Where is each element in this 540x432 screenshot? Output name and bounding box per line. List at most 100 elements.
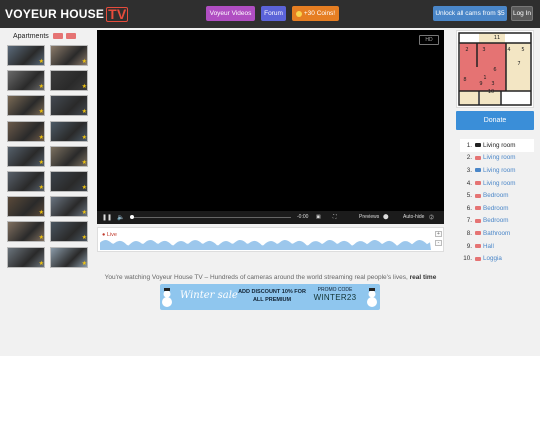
apartment-thumbnail[interactable]: ★ [7, 120, 45, 142]
map-room-label[interactable]: 2 [465, 47, 468, 53]
map-room-label[interactable]: 10 [488, 89, 494, 95]
previews-toggle[interactable]: ⬤ [383, 214, 389, 220]
camera-icon [475, 193, 481, 198]
camera-icon [475, 168, 481, 173]
star-icon: ★ [38, 235, 44, 242]
room-item[interactable]: 6. Bedroom [460, 202, 534, 215]
apartments-header: Apartments [6, 31, 90, 41]
room-number: 3. [466, 166, 472, 174]
apartment-thumbnail[interactable]: ★ [7, 95, 45, 117]
room-label: Living room [483, 179, 516, 187]
map-room-label[interactable]: 8 [463, 77, 466, 83]
pause-icon[interactable]: ❚❚ [102, 214, 112, 221]
grid-view-toggle[interactable] [52, 33, 63, 39]
room-number: 1. [466, 141, 472, 149]
camera-icon [475, 244, 481, 249]
room-label: Loggia [483, 255, 502, 263]
map-room-label[interactable]: 7 [517, 61, 520, 67]
volume-icon[interactable]: 🔈 [117, 214, 124, 221]
apartment-thumbnail[interactable]: ★ [50, 45, 88, 66]
star-icon: ★ [38, 134, 44, 141]
apartment-thumbnail[interactable]: ★ [50, 196, 88, 218]
tagline: You're watching Voyeur House TV – Hundre… [104, 274, 437, 281]
zoom-in-button[interactable]: + [435, 231, 442, 237]
apartment-thumbnail[interactable]: ★ [7, 196, 45, 218]
room-label: Living room [483, 141, 516, 149]
unlock-cams-button[interactable]: Unlock all cams from $5 [433, 6, 507, 21]
map-room-label[interactable]: 1 [483, 75, 486, 81]
site-logo[interactable]: VOYEUR HOUSE TV [5, 5, 129, 23]
star-icon: ★ [38, 210, 44, 217]
seek-handle[interactable] [130, 215, 134, 219]
apartment-thumbnail[interactable]: ★ [50, 171, 88, 192]
apartment-thumbnail[interactable]: ★ [7, 171, 45, 192]
list-view-toggle[interactable] [65, 33, 76, 39]
seek-bar[interactable] [131, 217, 291, 218]
winter-sale-banner[interactable]: Winter sale ADD DISCOUNT 10% FOR ALL PRE… [160, 284, 380, 310]
video-player[interactable]: HD ❚❚ 🔈 -0:00 ▣ ⛶ Previews ⬤ Auto-hide ⓶ [97, 30, 444, 224]
map-room-label[interactable]: 3 [482, 47, 485, 53]
room-number: 9. [466, 242, 472, 250]
map-room-label[interactable]: 9 [479, 81, 482, 87]
zoom-out-button[interactable]: - [435, 240, 442, 246]
room-item[interactable]: 2. Living room [460, 152, 534, 165]
snowman-icon [162, 288, 172, 307]
autohide-icon[interactable]: ⓶ [429, 214, 434, 221]
map-room-label[interactable]: 6 [493, 67, 496, 73]
login-button[interactable]: Log In [511, 6, 533, 21]
room-item[interactable]: 7. Bedroom [460, 215, 534, 228]
map-room-label[interactable]: 3 [491, 81, 494, 87]
camera-icon [475, 155, 481, 160]
camera-icon [475, 231, 481, 236]
camera-icon [475, 218, 481, 223]
fullscreen-icon[interactable]: ⛶ [333, 214, 337, 220]
previews-label: Previews [359, 214, 380, 220]
room-item[interactable]: 1. Living room [460, 139, 534, 152]
voyeur-videos-button[interactable]: Voyeur Videos [206, 6, 255, 21]
map-room-label[interactable]: 4 [507, 47, 510, 53]
room-label: Bedroom [483, 192, 509, 200]
apartment-thumbnail[interactable]: ★ [50, 95, 88, 117]
hd-badge[interactable]: HD [419, 35, 439, 45]
floor-plan[interactable]: 11 2 3 4 5 6 7 8 9 10 1 3 [456, 30, 534, 108]
captions-icon[interactable]: ▣ [316, 214, 321, 220]
forum-button[interactable]: Forum [261, 6, 286, 21]
floor-plan-map: 112 3 4 567891013 [457, 31, 533, 107]
coins-button[interactable]: +30 Coins! [292, 6, 339, 21]
apartment-thumbnail[interactable]: ★ [7, 70, 45, 92]
room-item[interactable]: 4. Living room [460, 177, 534, 190]
apartment-thumbnail[interactable]: ★ [50, 120, 88, 142]
map-room-label[interactable]: 11 [494, 35, 500, 41]
room-item[interactable]: 8. Bathroom [460, 227, 534, 240]
room-label: Bedroom [483, 217, 509, 225]
star-icon: ★ [38, 260, 44, 267]
room-label: Living room [483, 166, 516, 174]
star-icon: ★ [81, 59, 87, 65]
star-icon: ★ [81, 159, 87, 166]
apartment-thumbnail[interactable]: ★ [50, 246, 88, 268]
donate-button[interactable]: Donate [456, 111, 534, 130]
room-label: Bedroom [483, 204, 509, 212]
apartment-thumbnail[interactable]: ★ [50, 70, 88, 92]
activity-waveform [100, 240, 431, 250]
apartment-thumbnail[interactable]: ★ [50, 221, 88, 243]
waveform-area [100, 240, 431, 250]
room-item[interactable]: 3. Living room [460, 164, 534, 177]
room-item[interactable]: 5. Bedroom [460, 189, 534, 202]
apartment-thumbnail[interactable]: ★ [7, 145, 45, 167]
apartment-thumbnail[interactable]: ★ [7, 221, 45, 243]
star-icon: ★ [81, 235, 87, 242]
top-bar: VOYEUR HOUSE TV Voyeur Videos Forum +30 … [0, 0, 540, 28]
apartment-thumbnail[interactable]: ★ [50, 145, 88, 167]
winter-sale-text: Winter sale [180, 290, 238, 301]
apartment-thumbnail[interactable]: ★ [7, 246, 45, 268]
room-item[interactable]: 9. Hall [460, 240, 534, 253]
star-icon: ★ [81, 109, 87, 116]
room-number: 10. [463, 255, 472, 263]
room-item[interactable]: 10. Loggia [460, 252, 534, 265]
apartment-thumbnail[interactable]: ★ [7, 45, 45, 66]
activity-timeline[interactable]: ● Live + - [97, 227, 444, 252]
map-room-label[interactable]: 5 [521, 47, 524, 53]
room-list: 1. Living room 2. Living room 3. Living room 4… [460, 139, 534, 265]
room-number: 2. [466, 154, 472, 162]
